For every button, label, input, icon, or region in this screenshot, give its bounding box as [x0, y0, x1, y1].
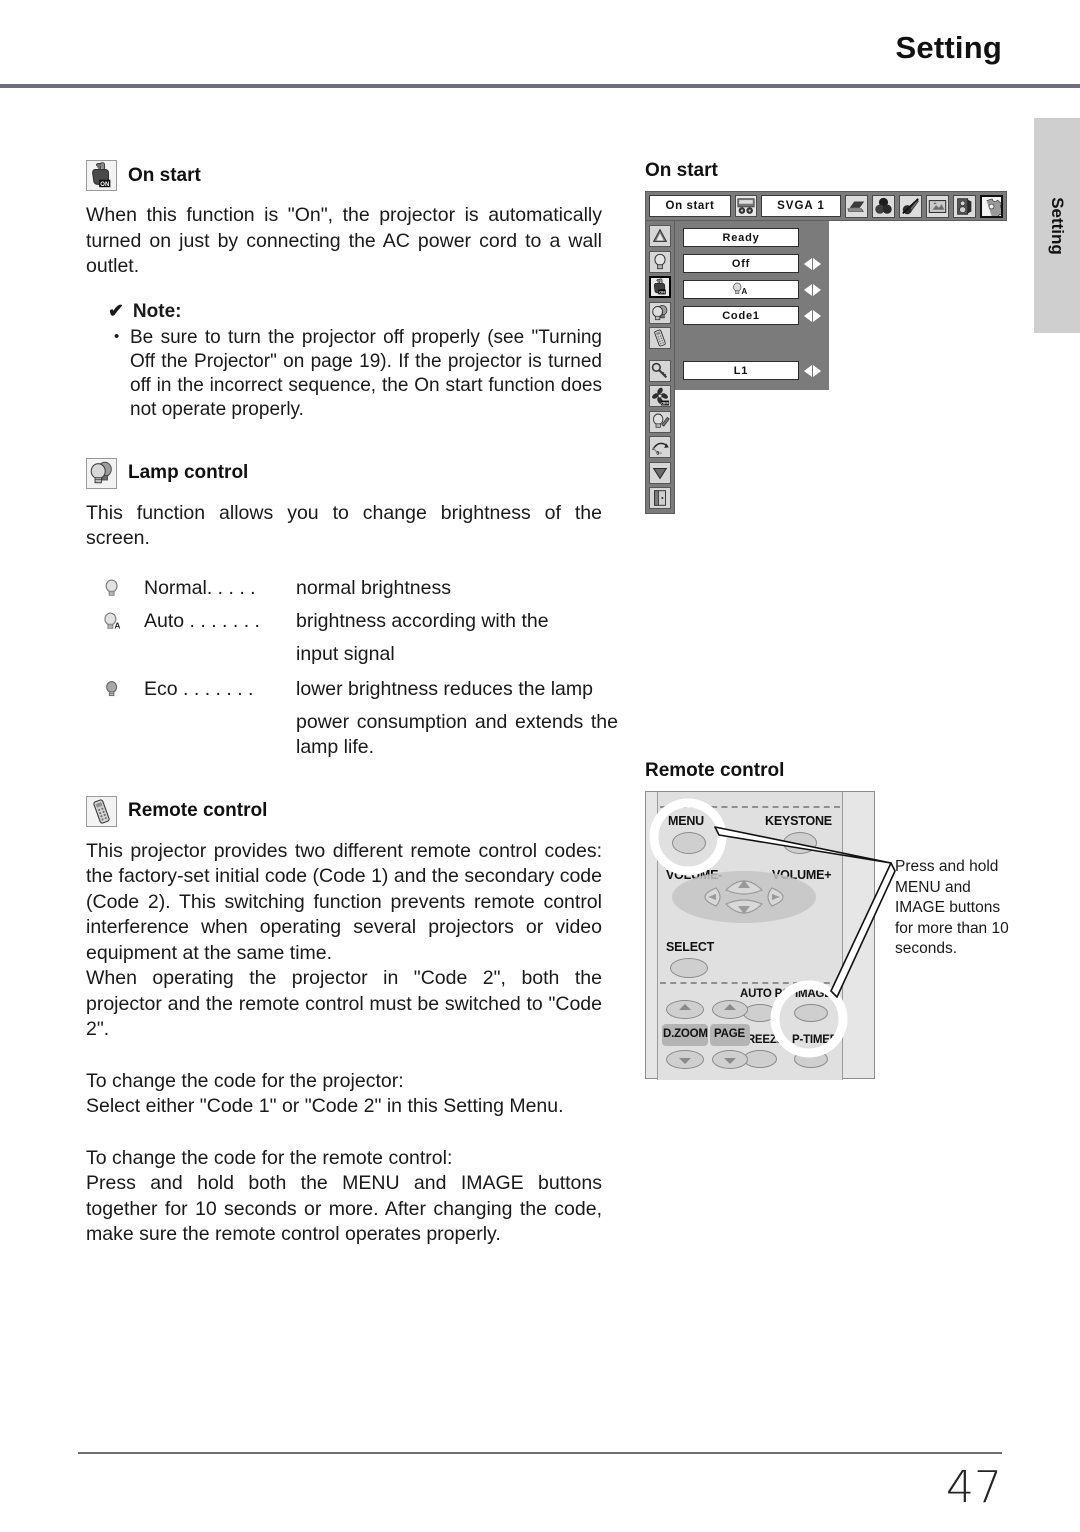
- right-figure-column: On start On start SVGA 1 + ON OFF 0 Read…: [645, 160, 1009, 1081]
- remote-paragraph: Press and hold both the MENU and IMAGE b…: [86, 1172, 602, 1245]
- lamp-control-body: This function allows you to change brigh…: [86, 501, 602, 550]
- osd-row-arrows[interactable]: [804, 364, 821, 377]
- left-content-column: ON On start When this function is "On", …: [86, 160, 618, 1248]
- osd-row-value: Code1: [683, 306, 799, 325]
- key-lock-icon[interactable]: [649, 359, 671, 382]
- lamp-mode-name: Normal. . . . .: [144, 576, 256, 599]
- section-heading-remote-control: Remote control: [86, 795, 602, 827]
- on-start-body: When this function is "On", the projecto…: [86, 204, 602, 277]
- setting-gear-icon[interactable]: [980, 194, 1003, 218]
- remote-body: MENU KEYSTONE VOLUME- VOLUME+ SELECT AUT…: [645, 791, 875, 1080]
- osd-input-value: SVGA 1: [761, 195, 841, 217]
- lamp-mode-desc-cont: power consumption and extends the lamp l…: [296, 710, 618, 758]
- remote-paragraph: This projector provides two different re…: [86, 839, 602, 964]
- lamp-mode-desc-cont: input signal: [296, 642, 395, 665]
- note-label: Note:: [132, 300, 182, 322]
- page-number: 47: [946, 1462, 1002, 1513]
- osd-menu-figure: On start SVGA 1 + ON OFF 0 Ready Off A C…: [645, 191, 1007, 514]
- sound-speaker-icon[interactable]: [953, 194, 976, 218]
- lamp-auto-icon: A: [726, 281, 756, 299]
- screen-icon[interactable]: +: [926, 194, 949, 218]
- osd-side-icon-list: ON OFF 0: [645, 221, 675, 514]
- header-divider: [0, 84, 1080, 88]
- side-tab-label: Setting: [1048, 196, 1067, 255]
- lamp-mode-list: Normal. . . . . normal brightness A Auto…: [102, 576, 618, 760]
- remote-paragraph: When operating the projector in "Code 2"…: [86, 967, 602, 1040]
- remote-control-icon[interactable]: [649, 327, 671, 349]
- lamp-eco-icon: [102, 677, 144, 707]
- remote-paragraph: Select either "Code 1" or "Code 2" in th…: [86, 1095, 564, 1117]
- osd-row[interactable]: Code1: [683, 306, 821, 325]
- computer-icon[interactable]: [845, 194, 868, 218]
- osd-row[interactable]: L1: [683, 361, 821, 380]
- lamp-normal-icon: [102, 576, 144, 606]
- lamp-mode-desc: lower brightness reduces the lamp: [296, 677, 593, 700]
- sound-mute-icon[interactable]: [899, 194, 922, 218]
- svg-text:A: A: [114, 620, 120, 630]
- osd-body: ON OFF 0 Ready Off A Code1 L1: [645, 221, 1005, 514]
- input-source-icon: [735, 195, 757, 217]
- lamp-mode-name: Auto . . . . . . .: [144, 609, 260, 632]
- osd-row-arrows[interactable]: [804, 309, 821, 322]
- osd-value-panel: Ready Off A Code1 L1: [675, 221, 829, 390]
- osd-menu-title: On start: [649, 195, 731, 217]
- osd-row-arrows[interactable]: [804, 257, 821, 270]
- section-side-tab: Setting: [1034, 118, 1080, 333]
- osd-row[interactable]: A: [683, 280, 821, 299]
- lamp-mode-name: Eco . . . . . . .: [144, 677, 254, 700]
- section-title: Remote control: [128, 800, 268, 821]
- hand-on-icon[interactable]: ON: [649, 276, 671, 298]
- osd-row-arrows[interactable]: [804, 283, 821, 296]
- osd-row[interactable]: Off: [683, 254, 821, 273]
- osd-row[interactable]: Ready: [683, 228, 821, 247]
- check-icon: ✔: [108, 300, 124, 322]
- osd-row-value: A: [683, 280, 799, 299]
- lamp-mode-row: Normal. . . . . normal brightness: [102, 576, 602, 606]
- svg-text:ON: ON: [100, 182, 109, 188]
- lamp-counter-icon[interactable]: [649, 410, 671, 433]
- page-title: Setting: [895, 30, 1002, 65]
- factory-default-icon[interactable]: 0: [649, 436, 671, 458]
- remote-arrow-glyphs: [679, 1004, 736, 1064]
- lamp-mode-row: Eco . . . . . . . lower brightness reduc…: [102, 677, 602, 707]
- svg-text:A: A: [742, 286, 748, 295]
- section-heading-on-start: ON On start: [86, 160, 602, 191]
- language-icon[interactable]: [649, 225, 671, 247]
- quit-icon[interactable]: [649, 487, 671, 509]
- svg-text:OFF: OFF: [661, 402, 669, 406]
- remote-control-icon: [86, 795, 117, 827]
- remote-paragraph: To change the code for the remote contro…: [86, 1146, 453, 1169]
- lamp-auto-icon: A: [102, 609, 144, 639]
- svg-text:0: 0: [656, 451, 659, 457]
- page-header: Setting: [0, 0, 1080, 92]
- figure-title-remote-control: Remote control: [645, 760, 785, 781]
- lamp-control-icon[interactable]: [649, 301, 671, 324]
- remote-control-figure: MENU KEYSTONE VOLUME- VOLUME+ SELECT AUT…: [645, 791, 1009, 1081]
- down-arrow-icon[interactable]: [649, 461, 671, 484]
- lamp-mode-desc: normal brightness: [296, 576, 451, 599]
- lamp-mode-desc: brightness according with the: [296, 609, 549, 632]
- lamp-control-icon: [86, 457, 117, 489]
- footer-divider: [78, 1452, 1002, 1454]
- lamp-icon[interactable]: [649, 250, 671, 273]
- hand-on-icon: ON: [86, 160, 117, 191]
- note-block: ✔ Note: Be sure to turn the projector of…: [108, 300, 602, 422]
- section-title: On start: [128, 164, 201, 186]
- osd-row-value: Ready: [683, 228, 799, 247]
- osd-row-value: Off: [683, 254, 799, 273]
- svg-text:ON: ON: [659, 289, 665, 294]
- color-adjust-icon[interactable]: [872, 194, 895, 218]
- note-item: Be sure to turn the projector off proper…: [108, 325, 602, 422]
- osd-row-value: L1: [683, 361, 799, 380]
- fan-off-icon[interactable]: OFF: [649, 385, 671, 407]
- section-heading-lamp-control: Lamp control: [86, 457, 602, 489]
- osd-top-bar: On start SVGA 1 +: [645, 191, 1007, 221]
- lamp-mode-row: A Auto . . . . . . . brightness accordin…: [102, 609, 602, 639]
- svg-text:+: +: [933, 201, 936, 207]
- figure-title-on-start: On start: [645, 160, 718, 181]
- section-title: Lamp control: [128, 462, 249, 483]
- remote-callout-text: Press and hold MENU and IMAGE buttons fo…: [895, 858, 1009, 957]
- remote-paragraph: To change the code for the projector:: [86, 1069, 404, 1092]
- osd-spacer: [683, 332, 821, 361]
